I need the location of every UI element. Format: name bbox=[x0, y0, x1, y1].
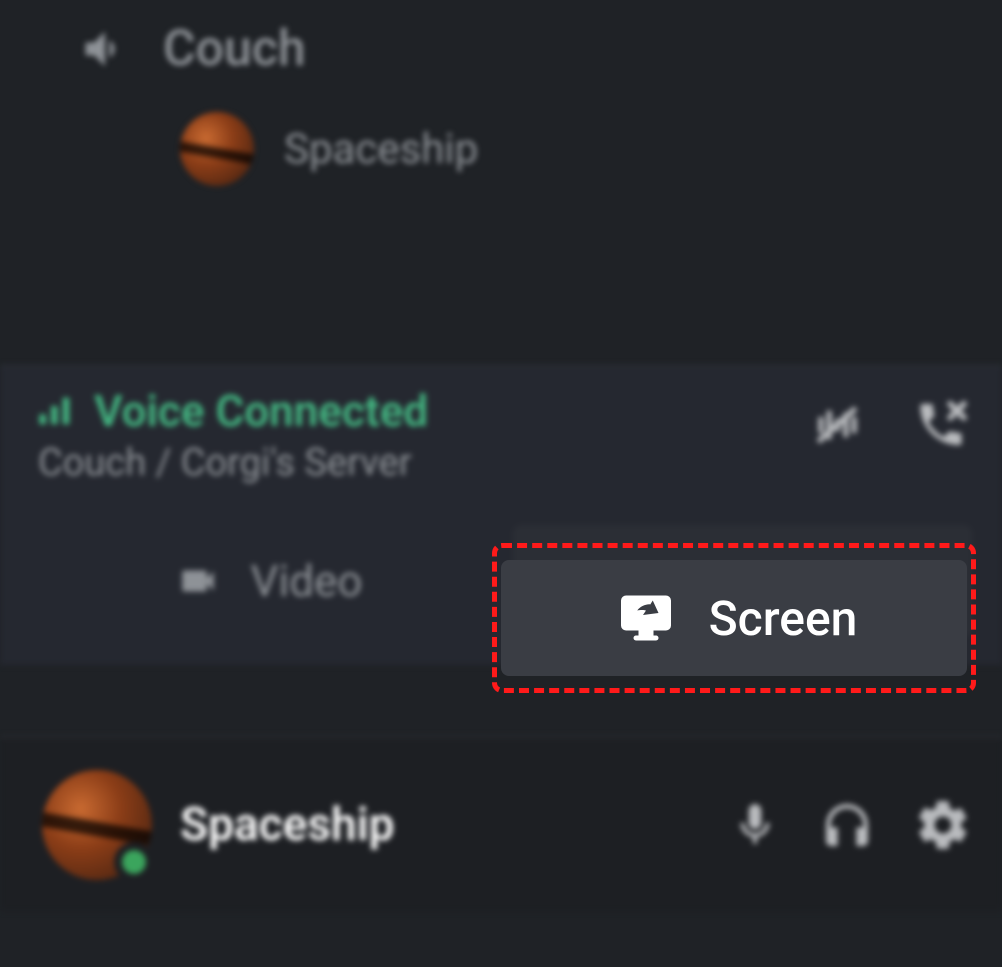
screen-share-icon bbox=[611, 588, 681, 648]
voice-status[interactable]: Voice Connected bbox=[36, 385, 428, 437]
disconnect-icon[interactable] bbox=[910, 397, 972, 452]
speaker-icon bbox=[75, 23, 135, 75]
channel-member[interactable]: Spaceship bbox=[0, 98, 1002, 211]
headphones-icon[interactable] bbox=[816, 797, 878, 853]
user-footer: Spaceship bbox=[0, 736, 1002, 911]
user-avatar[interactable] bbox=[42, 770, 152, 880]
channel-name: Couch bbox=[163, 20, 306, 78]
screen-button[interactable]: Screen bbox=[501, 560, 967, 676]
voice-channel[interactable]: Couch bbox=[0, 0, 1002, 98]
screen-label: Screen bbox=[709, 590, 858, 647]
settings-icon[interactable] bbox=[914, 796, 972, 854]
camera-icon bbox=[169, 560, 227, 602]
voice-subtitle: Couch / Corgi's Server bbox=[38, 441, 428, 485]
video-label: Video bbox=[251, 555, 363, 607]
screen-button-highlight: Screen bbox=[492, 543, 976, 693]
avatar bbox=[180, 112, 254, 186]
signal-icon bbox=[36, 391, 76, 431]
voice-status-text: Voice Connected bbox=[94, 385, 428, 437]
microphone-icon[interactable] bbox=[730, 795, 780, 855]
noise-suppression-icon[interactable] bbox=[806, 400, 868, 450]
video-button[interactable]: Video bbox=[36, 525, 495, 637]
member-name: Spaceship bbox=[284, 125, 478, 174]
online-status-icon bbox=[114, 842, 154, 882]
username[interactable]: Spaceship bbox=[180, 798, 702, 852]
